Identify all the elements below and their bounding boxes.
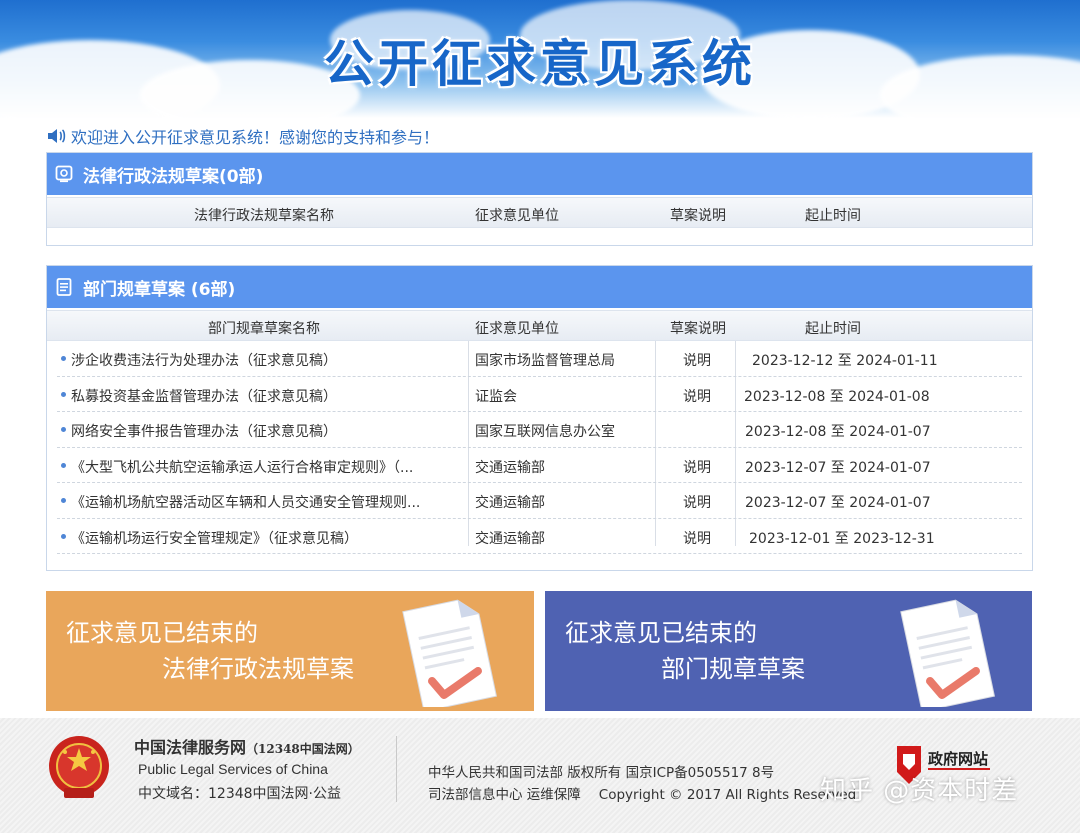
- col-note: 草案说明: [670, 321, 726, 337]
- draft-unit: 证监会: [475, 388, 517, 405]
- col-period: 起止时间: [805, 321, 861, 337]
- col-name: 法律行政法规草案名称: [194, 208, 334, 224]
- law-drafts-header: 法律行政法规草案(0部): [47, 153, 1032, 195]
- bullet-icon: [61, 356, 66, 361]
- dept-drafts-title: 部门规章草案 (6部): [83, 279, 236, 300]
- site-name-cn: 中国法律服务网（12348中国法网）: [134, 734, 360, 758]
- button-line1: 征求意见已结束的: [66, 619, 258, 647]
- copyright-line: 中华人民共和国司法部 版权所有 国京ICP备0505517 8号: [428, 765, 775, 781]
- dept-drafts-header: 部门规章草案 (6部): [47, 266, 1032, 308]
- header-banner: 公开征求意见系统: [0, 0, 1080, 118]
- button-line1: 征求意见已结束的: [565, 619, 757, 647]
- draft-name-link[interactable]: 网络安全事件报告管理办法（征求意见稿）: [71, 421, 337, 441]
- footer-divider: [396, 736, 397, 802]
- bullet-icon: [61, 533, 66, 539]
- table-row[interactable]: 《大型飞机公共航空运输承运人运行合格审定规则》（... 交通运输部 说明 202…: [57, 448, 1022, 483]
- col-name: 部门规章草案名称: [208, 321, 320, 337]
- draft-name-link[interactable]: 涉企收费违法行为处理办法（征求意见稿）: [71, 350, 337, 370]
- law-table-header: 法律行政法规草案名称 征求意见单位 草案说明 起止时间: [47, 197, 1032, 228]
- document-check-icon: [900, 599, 996, 707]
- site-domain: 中文域名：12348中国法网·公益: [138, 786, 341, 802]
- button-line2: 部门规章草案: [661, 655, 805, 683]
- copyright-text: Copyright © 2017 All Rights Reserved: [598, 787, 857, 803]
- draft-period: 2023-12-12 至 2024-01-11: [752, 353, 938, 369]
- gov-badge-text: 政府网站: [928, 750, 989, 768]
- closed-dept-drafts-button[interactable]: 征求意见已结束的 部门规章草案: [545, 591, 1032, 711]
- draft-note-link[interactable]: 说明: [683, 457, 711, 477]
- bullet-icon: [61, 427, 66, 432]
- monitor-icon: [55, 165, 73, 183]
- document-check-icon: [402, 599, 498, 707]
- table-row[interactable]: 涉企收费违法行为处理办法（征求意见稿） 国家市场监督管理总局 说明 2023-1…: [57, 341, 1022, 377]
- draft-name-link[interactable]: 《运输机场运行安全管理规定》（征求意见稿）: [71, 528, 358, 548]
- draft-unit: 国家互联网信息办公室: [475, 424, 615, 440]
- table-row[interactable]: 私募投资基金监督管理办法（征求意见稿） 证监会 说明 2023-12-08 至 …: [57, 377, 1022, 412]
- dept-table-body: 涉企收费违法行为处理办法（征求意见稿） 国家市场监督管理总局 说明 2023-1…: [47, 341, 1032, 554]
- dept-drafts-panel: 部门规章草案 (6部) 部门规章草案名称 征求意见单位 草案说明 起止时间 涉企…: [46, 265, 1033, 571]
- draft-unit: 交通运输部: [475, 530, 545, 547]
- draft-period: 2023-12-07 至 2024-01-07: [745, 459, 931, 476]
- button-line2: 法律行政法规草案: [162, 655, 354, 683]
- national-emblem-icon: [49, 736, 109, 798]
- closed-law-drafts-button[interactable]: 征求意见已结束的 法律行政法规草案: [46, 591, 534, 711]
- bullet-icon: [61, 391, 66, 397]
- table-row[interactable]: 《运输机场运行安全管理规定》（征求意见稿） 交通运输部 说明 2023-12-0…: [57, 519, 1022, 554]
- draft-unit: 国家市场监督管理总局: [475, 353, 615, 369]
- law-drafts-panel: 法律行政法规草案(0部) 法律行政法规草案名称 征求意见单位 草案说明 起止时间: [46, 152, 1033, 246]
- draft-name-link[interactable]: 《运输机场航空器活动区车辆和人员交通安全管理规则...: [71, 492, 420, 512]
- col-period: 起止时间: [805, 208, 861, 224]
- law-drafts-title: 法律行政法规草案(0部): [83, 166, 264, 187]
- dept-table-header: 部门规章草案名称 征求意见单位 草案说明 起止时间: [47, 310, 1032, 341]
- draft-name-link[interactable]: 私募投资基金监督管理办法（征求意见稿）: [71, 386, 337, 406]
- draft-note-link[interactable]: 说明: [683, 386, 711, 406]
- maintenance-line: 司法部信息中心 运维保障 Copyright © 2017 All Rights …: [428, 783, 856, 803]
- table-row[interactable]: 网络安全事件报告管理办法（征求意见稿） 国家互联网信息办公室 2023-12-0…: [57, 412, 1022, 448]
- watermark: 知乎 @资本时差: [820, 776, 1019, 806]
- site-title: 公开征求意见系统: [324, 35, 756, 93]
- speaker-icon: [48, 129, 66, 143]
- table-row[interactable]: 《运输机场航空器活动区车辆和人员交通安全管理规则... 交通运输部 说明 202…: [57, 483, 1022, 519]
- site-name-cn-sub: （12348中国法网）: [246, 742, 360, 756]
- draft-unit: 交通运输部: [475, 459, 545, 476]
- site-name-en: Public Legal Services of China: [138, 761, 328, 777]
- welcome-text: 欢迎进入公开征求意见系统！感谢您的支持和参与！: [71, 128, 440, 147]
- col-note: 草案说明: [670, 208, 726, 224]
- draft-period: 2023-12-08 至 2024-01-07: [745, 424, 931, 440]
- draft-note-link[interactable]: 说明: [683, 528, 711, 548]
- bullet-icon: [61, 462, 66, 468]
- col-unit: 征求意见单位: [475, 321, 559, 337]
- document-icon: [56, 278, 72, 296]
- draft-unit: 交通运输部: [475, 495, 545, 511]
- draft-name-link[interactable]: 《大型飞机公共航空运输承运人运行合格审定规则》（...: [71, 457, 413, 477]
- draft-period: 2023-12-07 至 2024-01-07: [745, 495, 931, 511]
- col-unit: 征求意见单位: [475, 208, 559, 224]
- draft-note-link[interactable]: 说明: [683, 492, 711, 512]
- bullet-icon: [61, 498, 66, 503]
- site-name-cn-text: 中国法律服务网: [134, 738, 247, 757]
- draft-period: 2023-12-08 至 2024-01-08: [744, 388, 930, 405]
- welcome-message: 欢迎进入公开征求意见系统！感谢您的支持和参与！: [46, 124, 439, 148]
- maintenance-text: 司法部信息中心 运维保障: [428, 787, 581, 803]
- draft-period: 2023-12-01 至 2023-12-31: [749, 530, 935, 547]
- draft-note-link[interactable]: 说明: [683, 350, 711, 370]
